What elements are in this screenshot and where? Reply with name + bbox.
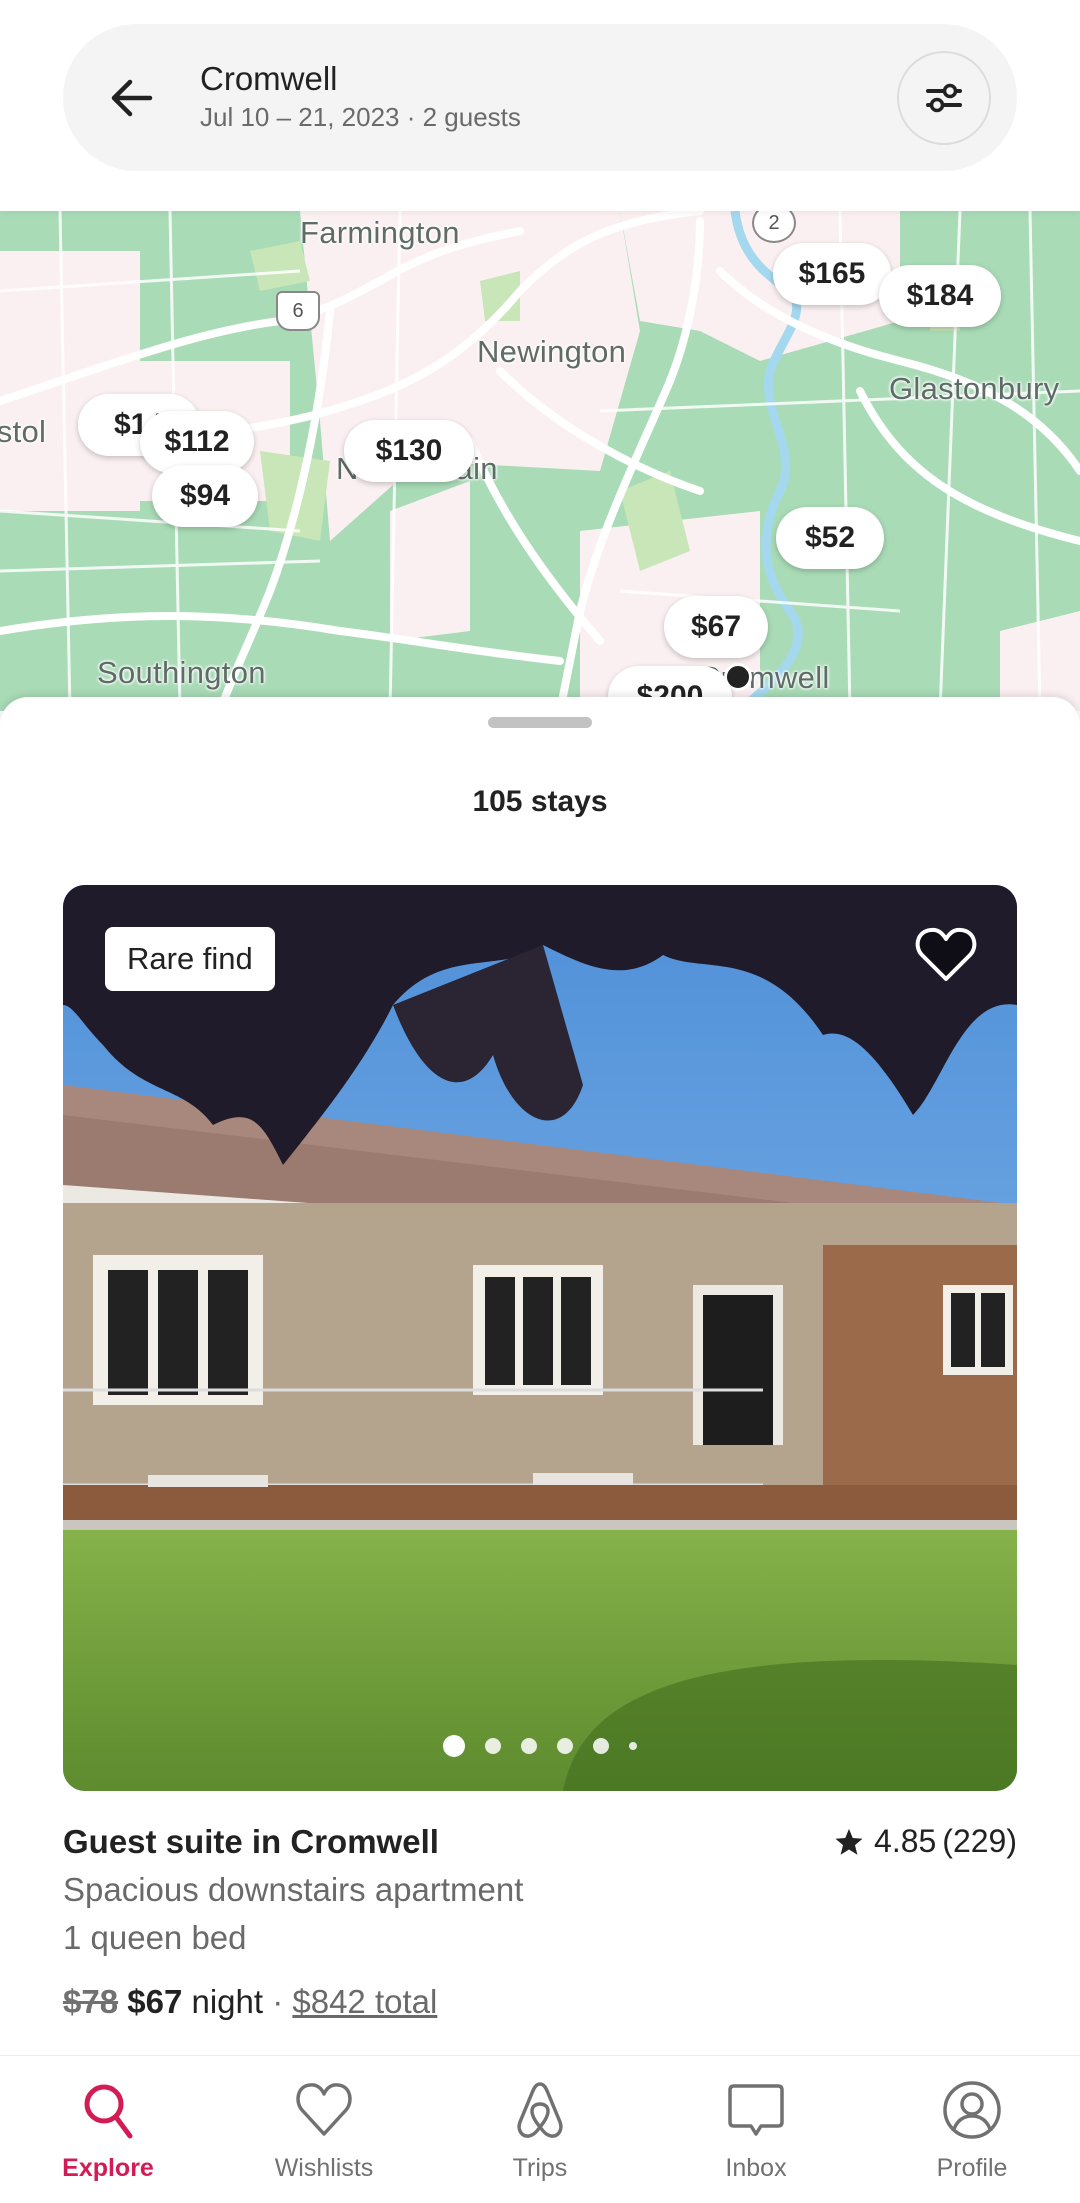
photo-dot[interactable] [521,1738,537,1754]
tab-label: Explore [62,2154,154,2182]
rare-find-badge: Rare find [105,927,275,991]
rating-value: 4.85 [874,1823,937,1859]
listing-description: Spacious downstairs apartment [63,1871,524,1908]
wishlist-heart-button[interactable] [915,925,977,983]
heart-icon [915,927,977,981]
map-label-bristol: Bristol [0,414,47,449]
price-pin[interactable]: $52 [776,507,884,569]
star-icon [835,1828,863,1855]
photo-dot[interactable] [557,1738,573,1754]
photo-pagination-dots[interactable] [63,1735,1017,1757]
map-label-farmington: Farmington [300,215,460,250]
listing-title[interactable]: Guest suite in Cromwell [63,1823,439,1861]
discounted-price: $67 [127,1983,183,2020]
total-price-link[interactable]: $842 total [292,1983,437,2020]
map-label-newington: Newington [477,334,627,369]
results-sheet: 105 stays Rare find Guest suite in Cromw… [0,697,1080,2057]
listing-photo-image [63,885,1017,1791]
price-pin[interactable]: $67 [664,596,768,658]
map-view[interactable]: Farmington Newington Glastonbury Bristol… [0,211,1080,711]
arrow-left-icon [111,79,153,117]
results-count: 105 stays [472,785,608,818]
listing-beds: 1 queen bed [63,1919,247,1956]
map-label-southington: Southington [97,655,266,690]
tab-label: Profile [936,2154,1008,2182]
message-icon [728,2084,784,2136]
price-unit: night [191,1983,264,2020]
photo-dot[interactable] [593,1738,609,1754]
airbnb-logo-icon [517,2082,563,2138]
back-button[interactable] [106,70,162,126]
search-icon [84,2084,133,2139]
route-shield-6: 6 [276,291,320,331]
search-location: Cromwell [200,60,338,97]
sliders-icon [926,83,962,113]
search-dates-guests: Jul 10 – 21, 2023 · 2 guests [200,102,521,132]
filters-button[interactable] [897,51,991,145]
profile-icon [943,2081,1001,2139]
tab-label: Wishlists [274,2154,374,2182]
tab-inbox[interactable]: Inbox [648,2056,864,2203]
price-pin[interactable]: $130 [344,420,474,482]
search-header: Cromwell Jul 10 – 21, 2023 · 2 guests [0,0,1080,211]
tab-label: Inbox [725,2154,787,2182]
price-pin[interactable]: $165 [773,243,891,305]
price-pin[interactable]: $112 [140,411,254,473]
price-pin[interactable]: $184 [879,265,1001,327]
heart-icon [296,2083,352,2136]
tab-profile[interactable]: Profile [864,2056,1080,2203]
price-separator: · [272,1983,284,2020]
listing-rating: 4.85 (229) [834,1823,1017,1860]
sheet-drag-handle[interactable] [488,717,592,728]
tab-label: Trips [512,2154,568,2182]
tab-wishlists[interactable]: Wishlists [216,2056,432,2203]
review-count: (229) [942,1823,1017,1859]
map-label-glastonbury: Glastonbury [889,371,1060,406]
tab-trips[interactable]: Trips [432,2056,648,2203]
photo-dot[interactable] [443,1735,465,1757]
listing-photo[interactable]: Rare find [63,885,1017,1791]
listing-price: $78 $67 night · $842 total [63,1983,437,2021]
photo-dot[interactable] [485,1738,501,1754]
bottom-tab-bar: Explore Wishlists Trips Inbox Profile [0,2055,1080,2203]
photo-dot[interactable] [629,1742,637,1750]
original-price: $78 [63,1983,119,2020]
price-pin[interactable]: $94 [152,465,258,527]
tab-explore[interactable]: Explore [0,2056,216,2203]
